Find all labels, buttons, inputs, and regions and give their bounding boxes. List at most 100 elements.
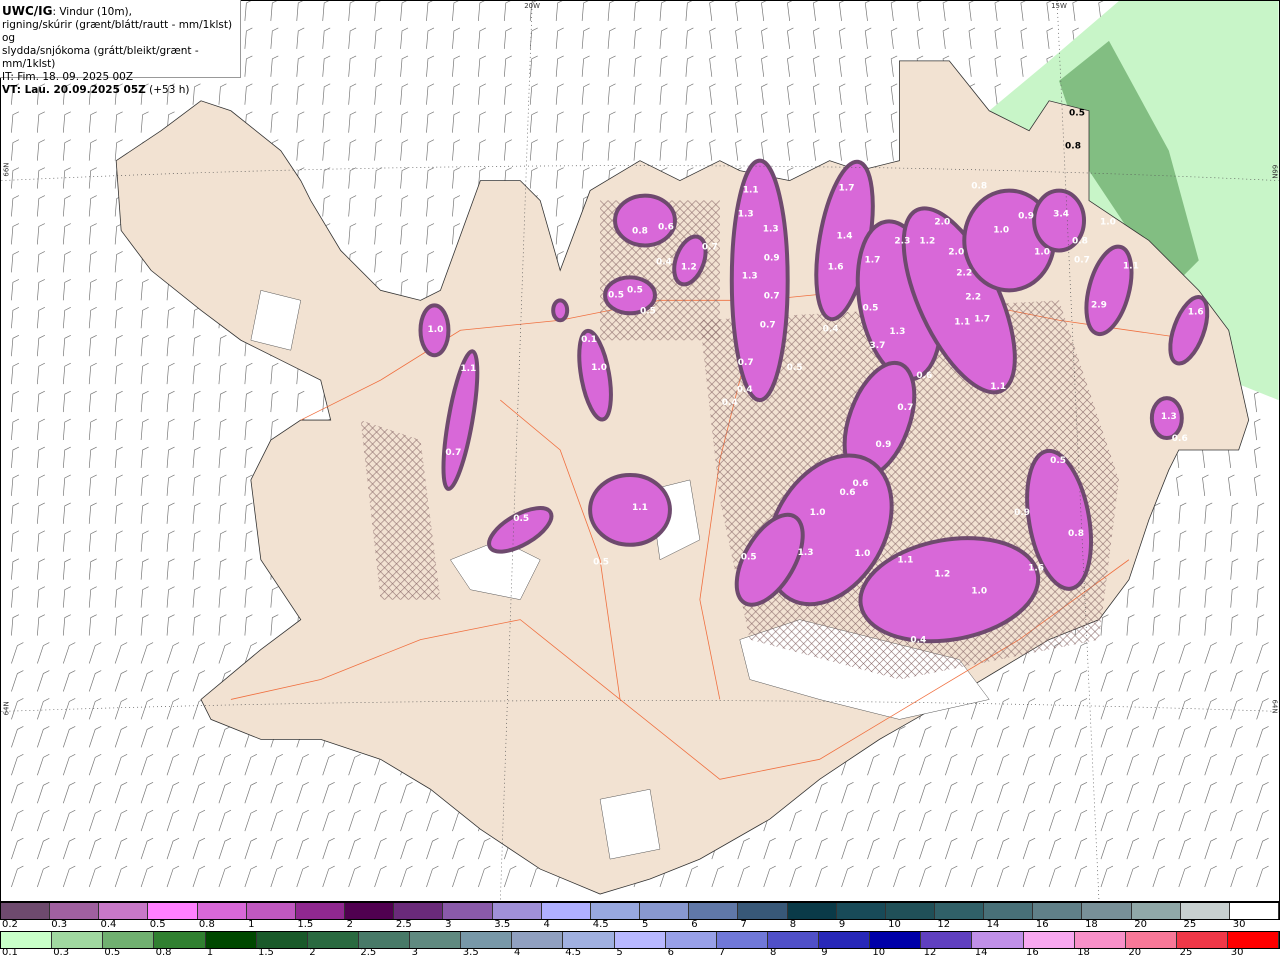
- rain-scale-label: 10: [872, 947, 886, 958]
- wind-barb: [452, 837, 465, 860]
- wind-barb: [36, 251, 45, 273]
- wind-barb: [37, 726, 50, 748]
- wind-barb: [812, 83, 820, 105]
- precip-value: 0.6: [916, 371, 932, 381]
- wind-barb: [37, 698, 50, 720]
- wind-barb: [192, 614, 201, 636]
- wind-barb: [62, 558, 71, 580]
- wind-barb: [192, 754, 206, 776]
- wind-barb: [88, 754, 102, 776]
- snow-scale-label: 0.8: [198, 919, 215, 930]
- rain-scale-label: 14: [974, 947, 988, 958]
- wind-barb: [1020, 27, 1028, 49]
- wind-barb: [426, 251, 435, 273]
- precip-value: 0.7: [445, 448, 461, 458]
- wind-barb: [192, 865, 206, 888]
- wind-barb: [1256, 837, 1269, 860]
- wind-barb: [970, 865, 984, 888]
- wind-barb: [140, 111, 149, 133]
- wind-barb: [789, 809, 802, 832]
- wind-barb: [296, 781, 309, 804]
- wind-barb: [1204, 614, 1213, 636]
- precip-value: 1.1: [990, 382, 1006, 392]
- wind-barb: [1048, 865, 1062, 888]
- wind-barb: [218, 865, 232, 888]
- wind-barb: [11, 614, 20, 636]
- precip-value: 1.0: [810, 508, 826, 518]
- wind-barb: [62, 390, 71, 413]
- wind-barb: [218, 726, 232, 748]
- wind-barb: [1100, 754, 1114, 776]
- wind-barb: [1256, 530, 1265, 552]
- wind-barb: [426, 865, 439, 888]
- wind-barb: [737, 837, 750, 860]
- precip-value: 0.4: [823, 324, 839, 334]
- wind-barb: [218, 642, 232, 664]
- precip-value: 0.5: [640, 306, 656, 316]
- wind-barb: [166, 809, 180, 832]
- snow-scale-label: 2.5: [395, 919, 412, 930]
- wind-barb: [166, 307, 175, 329]
- wind-barb: [787, 27, 794, 49]
- wind-barb: [192, 334, 201, 357]
- precip-value: 0.4: [910, 636, 926, 646]
- wind-barb: [140, 865, 154, 888]
- wind-barb: [867, 781, 880, 804]
- precip-value: 1.3: [742, 271, 758, 281]
- wind-barb: [1074, 698, 1088, 720]
- wind-barb: [763, 865, 776, 888]
- wind-barb: [244, 390, 253, 413]
- wind-barb: [62, 279, 71, 301]
- wind-barb: [62, 670, 76, 692]
- wind-barb: [1152, 837, 1165, 860]
- rain-swatch: [256, 932, 308, 948]
- wind-barb: [1126, 754, 1140, 776]
- rain-scale-label: 3.5: [462, 947, 479, 958]
- wind-barb: [140, 418, 149, 441]
- wind-barb: [763, 837, 776, 860]
- wind-barb: [633, 27, 642, 49]
- wind-barb: [1152, 781, 1165, 804]
- wind-barb: [218, 474, 227, 496]
- wind-barb: [374, 223, 383, 245]
- wind-barb: [735, 139, 742, 161]
- wind-barb: [11, 362, 20, 385]
- wind-barb: [192, 502, 201, 524]
- wind-barb: [1256, 642, 1269, 664]
- wind-barb: [36, 474, 45, 496]
- wind-barb: [1178, 502, 1187, 524]
- wind-barb: [244, 55, 253, 77]
- wind-barb: [322, 55, 331, 77]
- rain-scale-label: 30: [1230, 947, 1244, 958]
- wind-barb: [735, 111, 742, 133]
- wind-barb: [864, 139, 872, 161]
- wind-barb: [270, 754, 283, 776]
- wind-barb: [1204, 558, 1213, 580]
- title-line-2: rigning/skúrir (grænt/blátt/rautt - mm/1…: [2, 19, 233, 44]
- wind-barb: [838, 139, 846, 161]
- wind-barb: [36, 530, 45, 552]
- wind-barb: [140, 726, 154, 748]
- wind-barb: [812, 111, 820, 133]
- wind-barb: [1126, 586, 1135, 608]
- wind-barb: [919, 781, 932, 804]
- wind-barb: [244, 781, 258, 804]
- wind-barb: [787, 55, 794, 77]
- wind-barb: [1046, 27, 1053, 49]
- wind-barb: [140, 781, 154, 804]
- wind-barb: [890, 139, 898, 161]
- precip-value: 0.4: [737, 385, 753, 395]
- snow-scale-label: 2: [346, 919, 353, 930]
- wind-barb: [761, 55, 768, 77]
- wind-barb: [11, 502, 20, 524]
- wind-barb: [1230, 698, 1243, 720]
- wind-barb: [555, 1, 563, 21]
- wind-barb: [348, 223, 357, 245]
- wind-barb: [864, 1, 871, 21]
- wind-barb: [555, 195, 564, 217]
- wind-barb: [1152, 726, 1165, 748]
- wind-barb: [11, 809, 24, 832]
- precip-value: 1.3: [738, 210, 754, 220]
- wind-barb: [244, 362, 253, 385]
- wind-barb: [322, 195, 331, 217]
